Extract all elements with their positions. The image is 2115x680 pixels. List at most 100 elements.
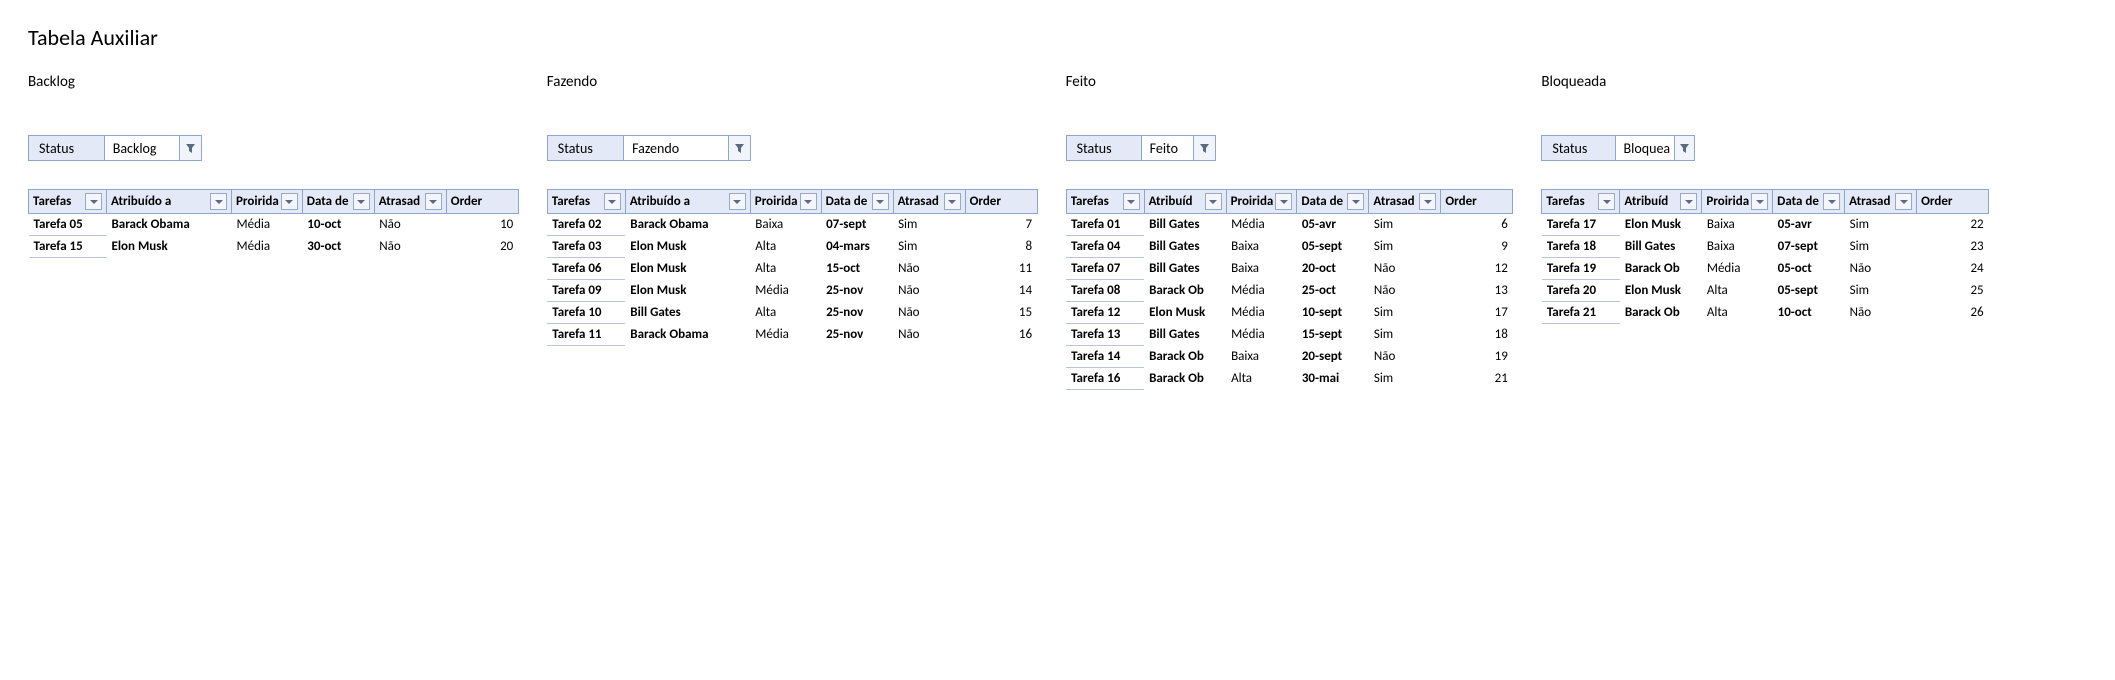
column-filter-button[interactable] [1680, 193, 1697, 210]
cell-data: 05-oct [1773, 258, 1845, 280]
table-row: Tarefa 13Bill GatesMédia15-septSim18 [1066, 324, 1513, 346]
column-filter-button[interactable] [944, 193, 961, 210]
col-prioridade[interactable]: Proirida [232, 190, 303, 214]
cell-atrasada: Não [893, 280, 965, 302]
status-slicer-filter-button[interactable] [729, 136, 750, 160]
cell-atrasada: Não [1369, 280, 1441, 302]
cell-atrasada: Não [1369, 258, 1441, 280]
cell-prioridade: Média [1226, 324, 1297, 346]
col-atribuido[interactable]: Atribuíd [1620, 190, 1702, 214]
column-filter-button[interactable] [1598, 193, 1615, 210]
column-filter-button[interactable] [729, 193, 746, 210]
cell-tarefa: Tarefa 19 [1542, 258, 1620, 280]
cell-prioridade: Média [1226, 302, 1297, 324]
col-order[interactable]: Order [1917, 190, 1989, 214]
cell-data: 10-oct [1773, 302, 1845, 324]
column-filter-button[interactable] [1823, 193, 1840, 210]
lane-title: Backlog [28, 73, 519, 91]
column-filter-button[interactable] [210, 193, 227, 210]
status-slicer-filter-button[interactable] [180, 136, 201, 160]
cell-order: 21 [1441, 368, 1513, 390]
column-filter-button[interactable] [1751, 193, 1768, 210]
status-slicer[interactable]: StatusBacklog [28, 135, 202, 161]
column-filter-button[interactable] [1123, 193, 1140, 210]
column-filter-button[interactable] [1205, 193, 1222, 210]
cell-data: 20-oct [1297, 258, 1369, 280]
cell-order: 19 [1441, 346, 1513, 368]
col-data[interactable]: Data de [1773, 190, 1845, 214]
cell-prioridade: Média [1702, 258, 1773, 280]
col-atribuido[interactable]: Atribuído a [625, 190, 750, 214]
cell-data: 05-avr [1773, 214, 1845, 236]
lane-title: Fazendo [547, 73, 1038, 91]
status-slicer[interactable]: StatusFeito [1066, 135, 1216, 161]
column-filter-button[interactable] [353, 193, 370, 210]
cell-atrasada: Não [1845, 302, 1917, 324]
cell-atrasada: Sim [1369, 302, 1441, 324]
col-atribuido[interactable]: Atribuído a [107, 190, 232, 214]
col-atribuido[interactable]: Atribuíd [1144, 190, 1226, 214]
status-slicer-value: Feito [1141, 136, 1194, 160]
cell-tarefa: Tarefa 10 [547, 302, 625, 324]
column-filter-button[interactable] [85, 193, 102, 210]
table-row: Tarefa 21Barack ObAlta10-octNão26 [1542, 302, 1989, 324]
col-prioridade[interactable]: Proirida [750, 190, 821, 214]
col-tarefas[interactable]: Tarefas [547, 190, 625, 214]
col-tarefas[interactable]: Tarefas [1542, 190, 1620, 214]
cell-atribuido: Barack Ob [1144, 368, 1226, 390]
cell-atribuido: Elon Musk [625, 280, 750, 302]
cell-atrasada: Não [893, 302, 965, 324]
col-prioridade[interactable]: Proirida [1226, 190, 1297, 214]
status-slicer[interactable]: StatusFazendo [547, 135, 751, 161]
cell-tarefa: Tarefa 21 [1542, 302, 1620, 324]
column-filter-button[interactable] [872, 193, 889, 210]
col-data[interactable]: Data de [302, 190, 374, 214]
col-tarefas[interactable]: Tarefas [1066, 190, 1144, 214]
cell-order: 10 [446, 214, 518, 236]
column-filter-button[interactable] [1895, 193, 1912, 210]
col-atrasada[interactable]: Atrasad [1369, 190, 1441, 214]
col-data[interactable]: Data de [1297, 190, 1369, 214]
cell-data: 07-sept [1773, 236, 1845, 258]
col-atrasada[interactable]: Atrasad [374, 190, 446, 214]
cell-data: 10-oct [302, 214, 374, 236]
col-order[interactable]: Order [446, 190, 518, 214]
col-atrasada[interactable]: Atrasad [1845, 190, 1917, 214]
table-row: Tarefa 12Elon MuskMédia10-septSim17 [1066, 302, 1513, 324]
column-filter-button[interactable] [281, 193, 298, 210]
col-order[interactable]: Order [1441, 190, 1513, 214]
cell-prioridade: Alta [750, 258, 821, 280]
col-prioridade[interactable]: Proirida [1702, 190, 1773, 214]
cell-prioridade: Média [232, 214, 303, 236]
cell-atrasada: Não [374, 236, 446, 258]
column-filter-button[interactable] [425, 193, 442, 210]
status-slicer-filter-button[interactable] [1194, 136, 1215, 160]
status-slicer-filter-button[interactable] [1675, 136, 1695, 160]
cell-tarefa: Tarefa 12 [1066, 302, 1144, 324]
col-atrasada[interactable]: Atrasad [893, 190, 965, 214]
col-tarefas[interactable]: Tarefas [29, 190, 107, 214]
column-filter-button[interactable] [1419, 193, 1436, 210]
col-data[interactable]: Data de [821, 190, 893, 214]
cell-atribuido: Elon Musk [1620, 214, 1702, 236]
cell-prioridade: Alta [1702, 302, 1773, 324]
cell-tarefa: Tarefa 11 [547, 324, 625, 346]
cell-prioridade: Média [750, 280, 821, 302]
lane-bloqueada: BloqueadaStatusBloqueaTarefasAtribuídPro… [1541, 73, 1989, 390]
status-slicer[interactable]: StatusBloquea [1541, 135, 1695, 161]
column-filter-button[interactable] [1347, 193, 1364, 210]
cell-atrasada: Sim [1369, 214, 1441, 236]
cell-prioridade: Alta [1226, 368, 1297, 390]
cell-data: 05-sept [1297, 236, 1369, 258]
column-filter-button[interactable] [1275, 193, 1292, 210]
cell-atribuido: Elon Musk [107, 236, 232, 258]
cell-prioridade: Alta [750, 302, 821, 324]
cell-atribuido: Barack Obama [625, 214, 750, 236]
column-filter-button[interactable] [800, 193, 817, 210]
cell-order: 11 [965, 258, 1037, 280]
cell-data: 20-sept [1297, 346, 1369, 368]
table-row: Tarefa 05Barack ObamaMédia10-octNão10 [29, 214, 519, 236]
col-order[interactable]: Order [965, 190, 1037, 214]
table-row: Tarefa 03Elon MuskAlta04-marsSim8 [547, 236, 1037, 258]
column-filter-button[interactable] [604, 193, 621, 210]
